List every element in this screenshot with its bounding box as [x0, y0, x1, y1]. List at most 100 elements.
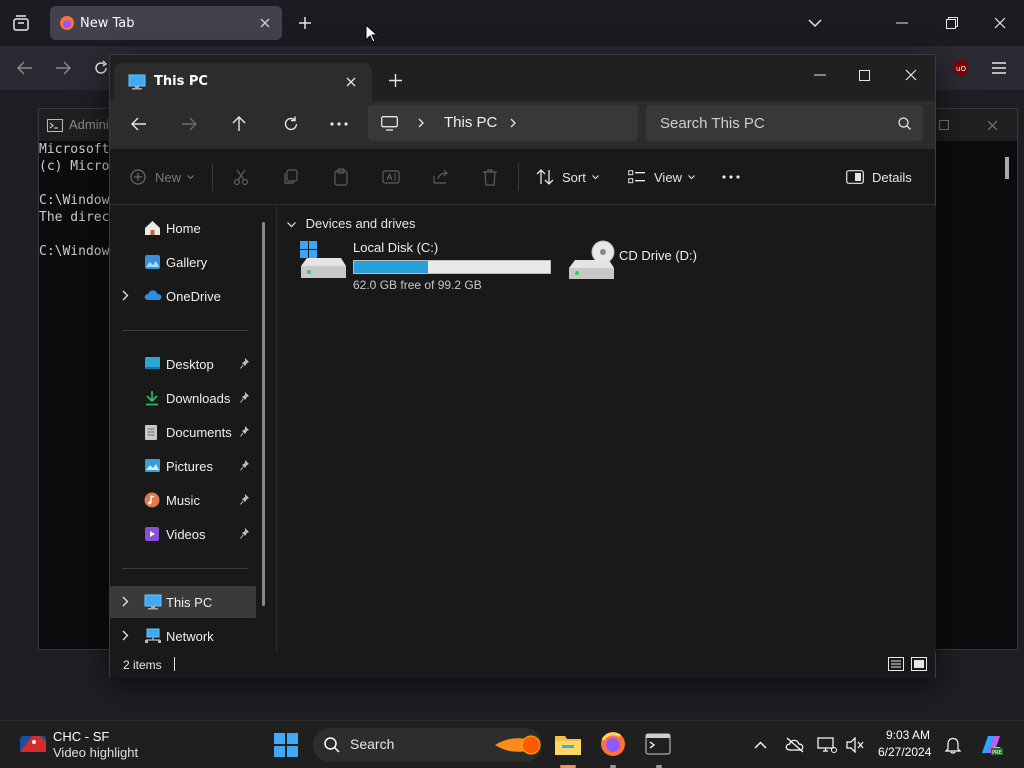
chevron-right-icon[interactable]	[122, 630, 129, 641]
maximize-icon[interactable]	[852, 63, 876, 87]
pin-icon[interactable]	[240, 358, 250, 369]
search-icon[interactable]	[896, 115, 912, 131]
cmd-scrollbar-thumb[interactable]	[1005, 157, 1009, 179]
see-more-button[interactable]	[722, 163, 740, 191]
pin-icon[interactable]	[240, 460, 250, 471]
sidebar-item-downloads[interactable]: Downloads	[110, 382, 256, 414]
tab-overflow-chevron-icon[interactable]	[804, 12, 826, 34]
drive-item-c[interactable]: Local Disk (C:) 62.0 GB free of 99.2 GB	[299, 240, 559, 292]
new-tab-icon[interactable]	[294, 12, 316, 34]
details-view-icon[interactable]	[887, 656, 905, 672]
search-input[interactable]	[660, 112, 890, 134]
svg-text:PRE: PRE	[992, 750, 1002, 756]
sidebar-item-home[interactable]: Home	[110, 212, 256, 244]
firefox-taskbar-icon[interactable]	[598, 729, 628, 759]
trash-icon	[482, 168, 498, 186]
cmd-maximize-icon[interactable]	[937, 118, 951, 132]
copy-icon	[282, 168, 300, 186]
sidebar-item-this-pc[interactable]: This PC	[110, 586, 256, 618]
widgets-button[interactable]: CHC - SF Video highlight	[14, 729, 154, 761]
sidebar-item-videos[interactable]: Videos	[110, 518, 256, 550]
forward-arrow-icon[interactable]	[178, 113, 200, 135]
browser-restore-icon[interactable]	[940, 12, 964, 34]
close-window-icon[interactable]	[899, 63, 923, 87]
breadcrumb-separator-icon[interactable]	[416, 117, 426, 129]
onedrive-icon	[144, 288, 162, 301]
clock-date[interactable]: 6/27/2024	[878, 745, 931, 759]
copilot-icon[interactable]: PRE	[976, 730, 1006, 760]
browser-forward-icon[interactable]	[52, 58, 74, 78]
sidebar-item-label: Music	[166, 493, 200, 508]
browser-minimize-icon[interactable]	[890, 12, 914, 34]
sidebar-item-network[interactable]: Network	[110, 620, 256, 652]
minimize-icon[interactable]	[808, 63, 832, 87]
address-bar[interactable]: This PC	[368, 105, 638, 141]
group-header-devices[interactable]: Devices and drives	[287, 216, 415, 231]
pin-icon[interactable]	[240, 392, 250, 403]
browser-tab-new-tab[interactable]: New Tab	[50, 6, 282, 40]
close-tab-icon[interactable]	[258, 16, 272, 30]
sidebar-item-pictures[interactable]: Pictures	[110, 450, 256, 482]
taskbar-search[interactable]: Search	[313, 728, 542, 762]
sidebar-item-music[interactable]: Music	[110, 484, 256, 516]
sidebar-item-onedrive[interactable]: OneDrive	[110, 280, 256, 312]
terminal-taskbar-icon[interactable]	[643, 729, 673, 759]
pin-icon[interactable]	[240, 426, 250, 437]
volume-muted-icon[interactable]	[844, 734, 866, 756]
sort-button[interactable]: Sort	[536, 163, 599, 191]
chevron-down-icon	[591, 174, 599, 180]
sidebar-item-label: Pictures	[166, 459, 213, 474]
gallery-icon	[144, 254, 161, 270]
browser-back-icon[interactable]	[14, 58, 36, 78]
delete-button[interactable]	[482, 163, 498, 191]
explorer-tab-this-pc[interactable]: This PC	[114, 63, 372, 101]
cmd-icon	[47, 118, 63, 132]
chevron-down-icon	[187, 174, 194, 180]
breadcrumb-this-pc[interactable]: This PC	[444, 114, 497, 131]
sidebar-item-desktop[interactable]: Desktop	[110, 348, 256, 380]
sidebar-divider	[122, 330, 248, 331]
browser-close-icon[interactable]	[988, 12, 1012, 34]
paste-button[interactable]	[332, 163, 350, 191]
start-icon[interactable]	[272, 731, 300, 759]
close-tab-icon[interactable]	[344, 75, 358, 89]
sidebar-item-documents[interactable]: Documents	[110, 416, 256, 448]
chevron-right-icon[interactable]	[122, 290, 129, 301]
refresh-icon[interactable]	[280, 113, 302, 135]
copy-button[interactable]	[282, 163, 300, 191]
back-arrow-icon[interactable]	[128, 113, 150, 135]
rename-button[interactable]	[382, 163, 400, 191]
notification-bell-icon[interactable]	[942, 734, 964, 756]
tab-list-icon[interactable]	[10, 12, 32, 34]
drive-name: Local Disk (C:)	[353, 240, 439, 255]
chevron-right-icon[interactable]	[122, 596, 129, 607]
network-status-icon[interactable]	[816, 734, 838, 756]
file-explorer-taskbar-icon[interactable]	[552, 727, 584, 761]
details-pane-button[interactable]: Details	[846, 163, 912, 191]
more-options-icon[interactable]	[328, 113, 350, 135]
up-arrow-icon[interactable]	[228, 113, 250, 135]
cloud-offline-icon[interactable]	[784, 734, 806, 756]
breadcrumb-chevron-icon[interactable]	[508, 117, 518, 129]
cmd-close-icon[interactable]	[985, 118, 999, 132]
drive-item-d[interactable]: CD Drive (D:)	[567, 240, 747, 284]
search-box[interactable]	[646, 105, 923, 141]
drive-usage-bar	[353, 260, 551, 274]
sidebar-item-gallery[interactable]: Gallery	[110, 246, 256, 278]
sort-label: Sort	[562, 169, 586, 185]
clock-time[interactable]: 9:03 AM	[886, 728, 930, 742]
view-button[interactable]: View	[628, 163, 695, 191]
cut-button[interactable]	[232, 163, 250, 191]
share-button[interactable]	[432, 163, 450, 191]
new-button[interactable]: New	[130, 163, 194, 191]
browser-menu-icon[interactable]	[988, 58, 1010, 78]
pin-icon[interactable]	[240, 528, 250, 539]
new-tab-icon[interactable]	[386, 71, 404, 89]
chevron-up-icon[interactable]	[750, 735, 770, 755]
ublock-icon[interactable]: uO	[950, 58, 972, 78]
pin-icon[interactable]	[240, 494, 250, 505]
sort-icon	[536, 169, 554, 185]
sidebar-scrollbar[interactable]	[262, 222, 265, 606]
cmd-output-line: C:\Window	[39, 244, 110, 259]
large-icons-view-icon[interactable]	[910, 656, 928, 672]
